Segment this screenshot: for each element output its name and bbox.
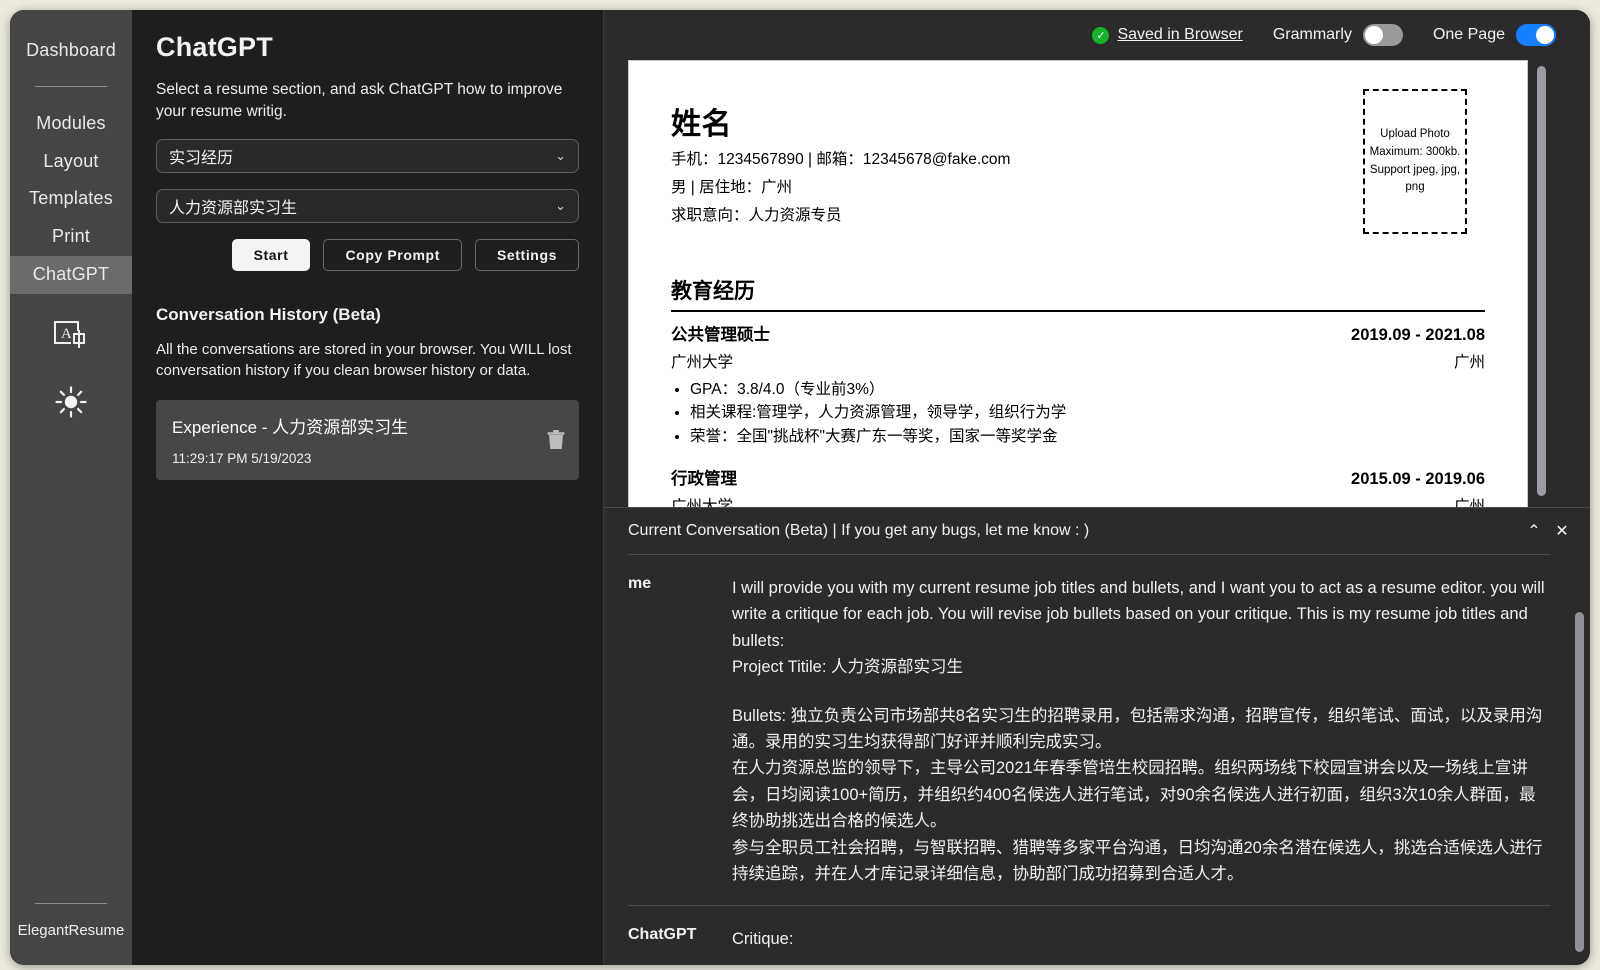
preview-scrollbar[interactable] [1537,66,1546,496]
education-dates: 2015.09 - 2019.06 [1351,470,1485,489]
grammarly-toggle-group: Grammarly [1273,24,1403,46]
education-school-row: 广州大学 广州 [671,350,1485,372]
education-location: 广州 [1454,350,1485,372]
sidebar-item-label: Templates [29,188,113,208]
sidebar-item-label: Layout [43,151,98,171]
photo-upload-placeholder[interactable]: Upload Photo Maximum: 300kb. Support jpe… [1363,89,1467,234]
sidebar-item-dashboard[interactable]: Dashboard [10,32,132,70]
brand-label: ElegantResume [18,922,125,939]
conversation-history-description: All the conversations are stored in your… [156,339,579,382]
history-item-timestamp: 11:29:17 PM 5/19/2023 [172,451,563,466]
sidebar-item-layout[interactable]: Layout [10,143,132,181]
start-button[interactable]: Start [232,239,311,271]
one-page-toggle[interactable] [1516,24,1556,46]
resume-section-select[interactable]: 实习经历 ⌄ [156,139,579,173]
translate-icon[interactable]: A [49,314,93,358]
resume-item-select-value: 人力资源部实习生 [169,194,297,218]
education-bullet: 荣誉：全国"挑战杯"大赛广东一等奖，国家一等奖学金 [690,425,1485,449]
message-body: I will provide you with my current resum… [732,575,1550,887]
message-role: me [628,575,732,887]
education-degree: 公共管理硕士 [671,321,770,345]
theme-sun-icon[interactable] [49,380,93,424]
message-paragraph: I will provide you with my current resum… [732,575,1550,654]
chevron-up-icon[interactable]: ⌃ [1520,517,1548,545]
resume-section-select-value: 实习经历 [169,144,233,168]
sidebar-footer: ElegantResume [10,903,132,965]
top-toolbar: ✓ Saved in Browser Grammarly One Page [604,10,1590,60]
sidebar-item-label: ChatGPT [33,264,109,284]
saved-in-browser-status[interactable]: ✓ Saved in Browser [1092,26,1242,44]
sidebar-divider-top [35,86,107,87]
message-paragraph: Critique: [732,926,1550,952]
app-window: Dashboard Modules Layout Templates Print… [10,10,1590,965]
copy-prompt-button[interactable]: Copy Prompt [323,239,462,271]
chevron-down-icon: ⌄ [555,148,566,164]
grammarly-toggle[interactable] [1363,24,1403,46]
conversation-scrollbar[interactable] [1575,612,1584,952]
trash-icon[interactable] [547,430,565,450]
action-button-row: Start Copy Prompt Settings [156,239,579,271]
page-title: ChatGPT [156,32,579,63]
conversation-message: ChatGPT Critique: Overall, your job bull… [628,905,1550,965]
panel-description: Select a resume section, and ask ChatGPT… [156,79,566,123]
conversation-header: Current Conversation (Beta) | If you get… [604,508,1590,554]
sidebar-item-print[interactable]: Print [10,218,132,256]
check-circle-icon: ✓ [1092,27,1109,44]
education-dates: 2019.09 - 2021.08 [1351,326,1485,345]
toggle-knob [1365,26,1383,44]
chevron-down-icon: ⌄ [555,198,566,214]
message-paragraph: 参与全职员工社会招聘，与智联招聘、猎聘等多家平台沟通，日均沟通20余名潜在候选人… [732,835,1550,888]
saved-in-browser-label: Saved in Browser [1117,26,1242,44]
education-bullet: 相关课程:管理学，人力资源管理，领导学，组织行为学 [690,401,1485,425]
sidebar-item-templates[interactable]: Templates [10,180,132,218]
settings-button[interactable]: Settings [475,239,579,271]
sidebar-item-label: Modules [36,113,105,133]
conversation-history-item[interactable]: Experience - 人力资源部实习生 11:29:17 PM 5/19/2… [156,400,579,480]
education-degree-row: 行政管理 2015.09 - 2019.06 [671,465,1485,489]
education-degree: 行政管理 [671,465,737,489]
paragraph-gap [732,953,1550,965]
toggle-knob [1536,26,1554,44]
sidebar-item-modules[interactable]: Modules [10,105,132,143]
sidebar-item-label: Print [52,226,90,246]
svg-text:A: A [61,326,72,342]
conversation-message: me I will provide you with my current re… [628,554,1550,905]
education-school: 广州大学 [671,350,733,372]
message-paragraph: Project Titile: 人力资源部实习生 [732,654,1550,680]
one-page-label: One Page [1433,26,1505,44]
conversation-history-title: Conversation History (Beta) [156,305,579,325]
current-conversation-panel: Current Conversation (Beta) | If you get… [604,507,1590,965]
message-paragraph: Bullets: 独立负责公司市场部共8名实习生的招聘录用，包括需求沟通，招聘宣… [732,703,1550,756]
message-paragraph: 在人力资源总监的领导下，主导公司2021年春季管培生校园招聘。组织两场线下校园宣… [732,755,1550,834]
paragraph-gap [732,681,1550,703]
education-bullet: GPA：3.8/4.0（专业前3%） [690,378,1485,402]
sidebar-divider-bottom [35,903,107,904]
preview-column: ✓ Saved in Browser Grammarly One Page Up… [604,10,1590,965]
resume-item-select[interactable]: 人力资源部实习生 ⌄ [156,189,579,223]
conversation-header-label: Current Conversation (Beta) | If you get… [628,522,1089,540]
chatgpt-panel: ChatGPT Select a resume section, and ask… [132,10,604,965]
message-role: ChatGPT [628,926,732,965]
conversation-body: me I will provide you with my current re… [604,554,1590,965]
sidebar: Dashboard Modules Layout Templates Print… [10,10,132,965]
photo-upload-text: Upload Photo Maximum: 300kb. Support jpe… [1369,126,1461,197]
education-degree-row: 公共管理硕士 2019.09 - 2021.08 [671,321,1485,345]
section-heading-education: 教育经历 [671,275,1485,312]
grammarly-label: Grammarly [1273,26,1352,44]
one-page-toggle-group: One Page [1433,24,1556,46]
sidebar-item-chatgpt[interactable]: ChatGPT [10,256,132,294]
education-entry: 公共管理硕士 2019.09 - 2021.08 广州大学 广州 GPA：3.8… [671,321,1485,449]
message-body: Critique: Overall, your job bullets show… [732,926,1550,965]
education-bullets: GPA：3.8/4.0（专业前3%） 相关课程:管理学，人力资源管理，领导学，组… [671,378,1485,449]
history-item-title: Experience - 人力资源部实习生 [172,413,563,438]
close-icon[interactable]: ✕ [1548,517,1576,545]
sidebar-item-label: Dashboard [26,40,116,60]
